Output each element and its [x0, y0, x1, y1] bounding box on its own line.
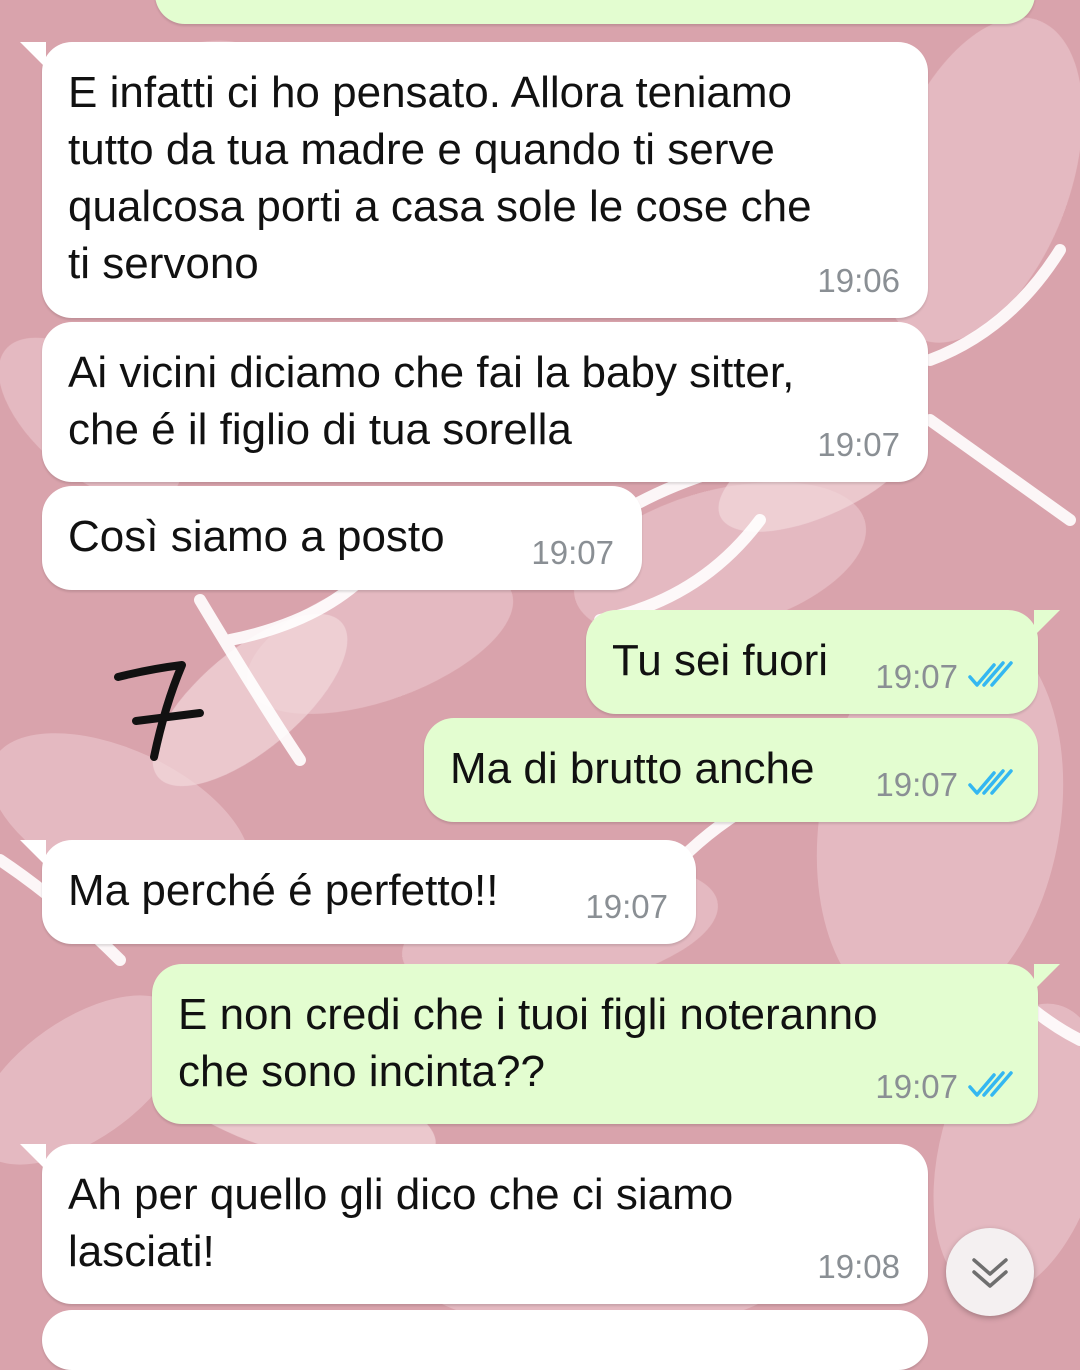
- message-time: 19:07: [875, 766, 958, 803]
- message-text: Ma perché é perfetto!!: [68, 866, 499, 915]
- message-outgoing[interactable]: E non credi che i tuoi figli noteranno c…: [152, 964, 1060, 1124]
- message-incoming[interactable]: Ai vicini diciamo che fai la baby sitter…: [42, 322, 928, 482]
- message-text: Così siamo a posto: [68, 512, 445, 561]
- bubble-tail: [20, 840, 46, 866]
- message-text: Tu sei fuori: [612, 636, 829, 685]
- handwritten-annotation: [114, 661, 204, 761]
- message-text: Ma di brutto anche: [450, 744, 815, 793]
- message-time: 19:07: [531, 534, 614, 571]
- bubble-tail: [20, 42, 46, 68]
- message-time: 19:07: [817, 426, 900, 463]
- double-check-icon: [968, 1071, 1013, 1097]
- message-text: Ah per quello gli dico che ci siamo lasc…: [68, 1170, 734, 1276]
- message-time: 19:06: [817, 262, 900, 299]
- message-time: 19:07: [875, 1068, 958, 1105]
- message-incoming-partial[interactable]: [42, 1310, 928, 1370]
- scroll-to-bottom-button[interactable]: [946, 1228, 1034, 1316]
- message-text: E non credi che i tuoi figli noteranno c…: [178, 990, 878, 1096]
- message-incoming[interactable]: E infatti ci ho pensato. Allora teniamo …: [20, 42, 928, 318]
- message-incoming[interactable]: Ah per quello gli dico che ci siamo lasc…: [20, 1144, 928, 1304]
- message-text: Ai vicini diciamo che fai la baby sitter…: [68, 348, 795, 454]
- message-outgoing[interactable]: Tu sei fuori 19:07: [586, 610, 1060, 714]
- message-outgoing-partial[interactable]: [155, 0, 1035, 24]
- double-check-icon: [968, 661, 1013, 687]
- message-text: E infatti ci ho pensato. Allora teniamo …: [68, 68, 812, 288]
- message-outgoing[interactable]: Ma di brutto anche 19:07: [424, 718, 1038, 822]
- message-incoming[interactable]: Ma perché é perfetto!! 19:07: [20, 840, 696, 944]
- message-time: 19:07: [585, 888, 668, 925]
- message-time: 19:08: [817, 1248, 900, 1285]
- message-time: 19:07: [875, 658, 958, 695]
- message-incoming[interactable]: Così siamo a posto 19:07: [42, 486, 642, 590]
- bubble-tail: [1034, 964, 1060, 990]
- chevron-double-down-icon: [972, 1258, 1008, 1288]
- bubble-tail: [1034, 610, 1060, 636]
- bubble-tail: [20, 1144, 46, 1170]
- double-check-icon: [968, 769, 1013, 795]
